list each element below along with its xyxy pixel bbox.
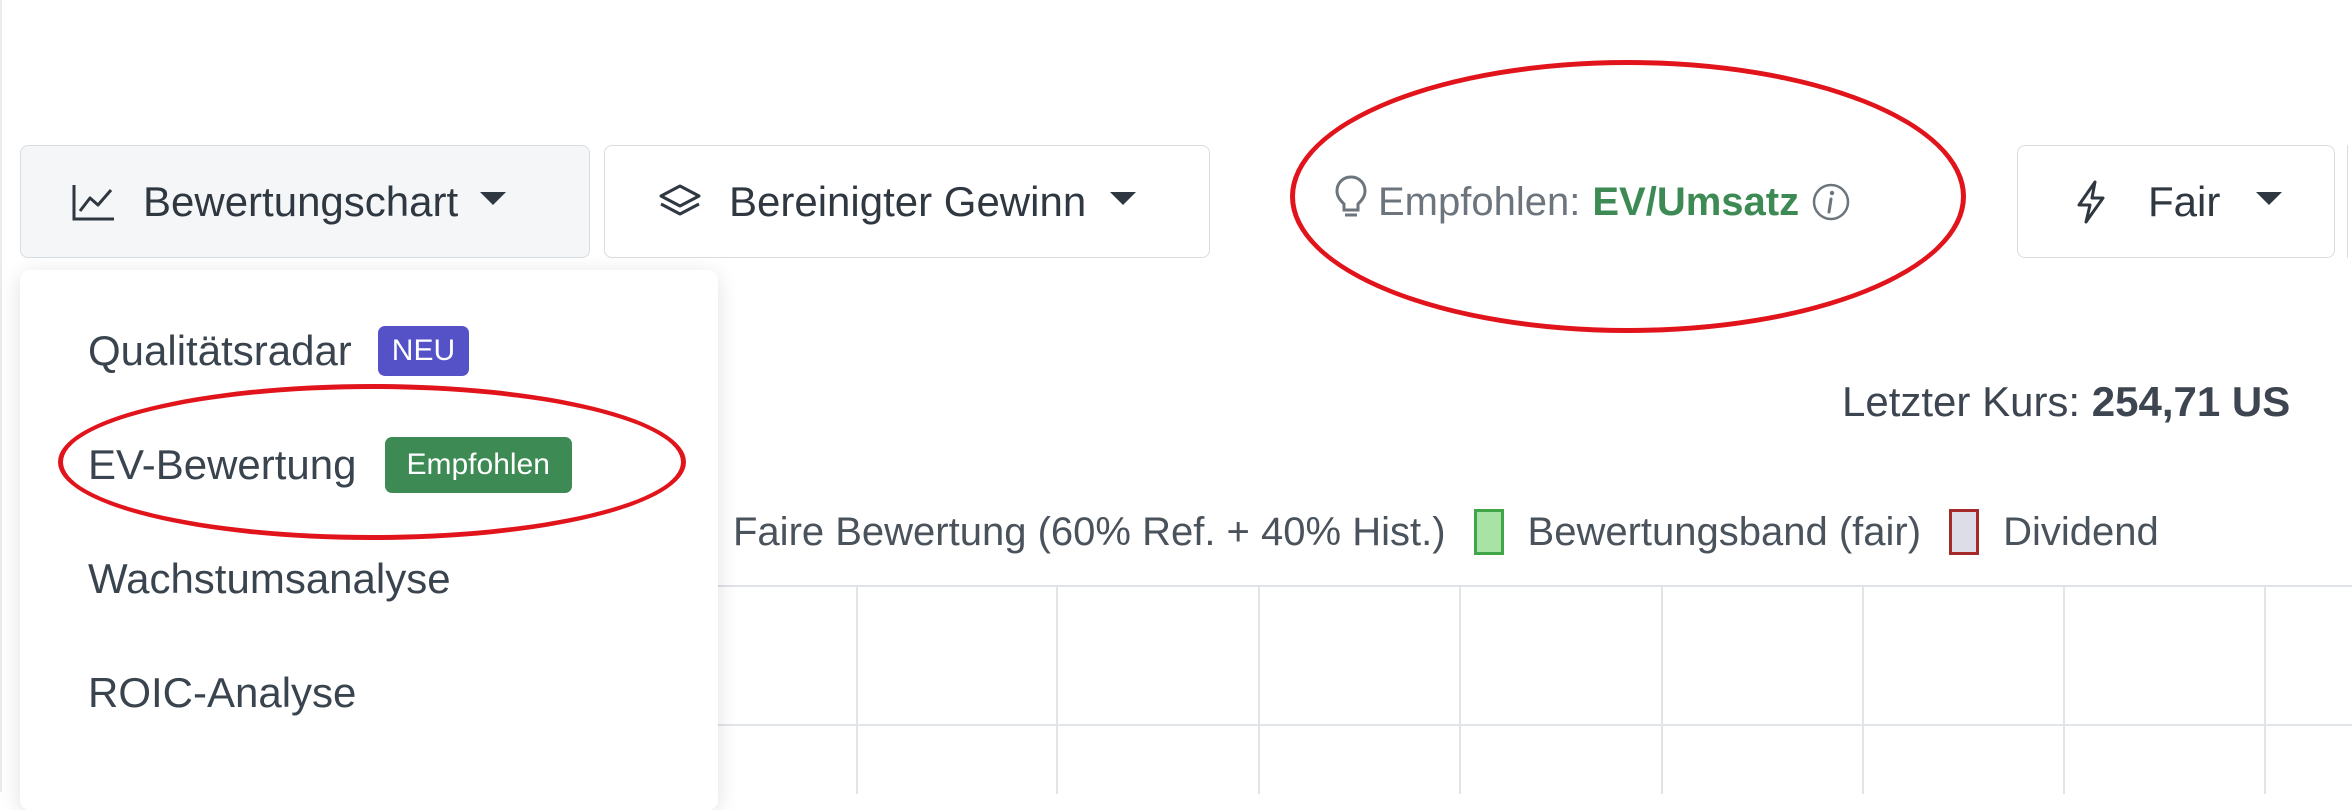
menu-item-label: Wachstumsanalyse (88, 555, 451, 602)
info-icon[interactable] (1811, 182, 1851, 222)
earnings-type-label: Bereinigter Gewinn (729, 177, 1087, 225)
chart-legend: Faire Bewertung (60% Ref. + 40% Hist.) B… (733, 502, 2159, 562)
chart-type-dropdown-menu: Qualitätsradar NEU EV-Bewertung Empfohle… (20, 270, 718, 810)
valuation-mode-dropdown-button[interactable]: Fair (2017, 145, 2335, 258)
legend-valuation-band: Bewertungsband (fair) (1527, 509, 1922, 554)
legend-fair-value: Faire Bewertung (60% Ref. + 40% Hist.) (733, 509, 1446, 554)
menu-item-label: Qualitätsradar (88, 327, 352, 374)
legend-dividend: Dividend (2003, 509, 2159, 554)
menu-item-qualitaetsradar[interactable]: Qualitätsradar NEU (88, 316, 470, 386)
new-badge: NEU (377, 326, 470, 376)
menu-item-roic-analyse[interactable]: ROIC-Analyse (88, 658, 356, 728)
recommended-badge: Empfohlen (384, 437, 572, 493)
last-price: Letzter Kurs: 254,71 US (1842, 378, 2290, 426)
next-toolbar-button-edge[interactable] (2347, 145, 2352, 258)
menu-item-label: EV-Bewertung (88, 441, 357, 488)
page-left-border (0, 0, 2, 792)
chart-type-label: Bewertungschart (143, 177, 459, 225)
recommended-metric: Empfohlen: EV/Umsatz (1334, 172, 1851, 232)
menu-item-ev-bewertung[interactable]: EV-Bewertung Empfohlen (88, 430, 572, 500)
menu-item-label: ROIC-Analyse (88, 669, 357, 716)
recommended-prefix: Empfohlen: (1378, 179, 1581, 224)
earnings-type-dropdown-button[interactable]: Bereinigter Gewinn (604, 145, 1210, 258)
menu-item-wachstumsanalyse[interactable]: Wachstumsanalyse (88, 544, 451, 614)
chevron-down-icon (1110, 192, 1137, 205)
last-price-value: 254,71 US (2091, 378, 2291, 425)
chart-grid (718, 585, 2352, 794)
legend-swatch-valuation-band (1473, 509, 1504, 555)
chevron-down-icon (480, 192, 507, 205)
valuation-mode-label: Fair (2148, 177, 2221, 225)
chevron-down-icon (2256, 192, 2283, 205)
recommended-value: EV/Umsatz (1592, 179, 1800, 224)
layers-icon (657, 182, 703, 222)
lightning-icon (2074, 179, 2108, 225)
chart-type-dropdown-button[interactable]: Bewertungschart (20, 145, 590, 258)
line-chart-icon (71, 182, 117, 222)
last-price-label: Letzter Kurs: (1842, 378, 2081, 425)
lightbulb-icon (1334, 174, 1368, 230)
legend-swatch-dividend (1949, 509, 1980, 555)
